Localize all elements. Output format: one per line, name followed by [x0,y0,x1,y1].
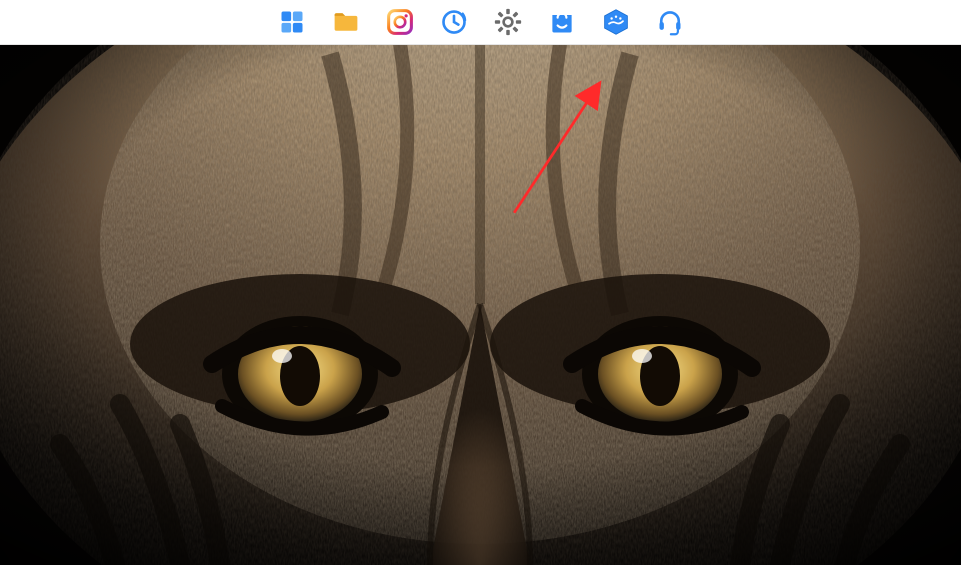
multi-instance-icon[interactable] [277,7,307,37]
launcher-icon[interactable] [601,7,631,37]
desktop-wallpaper [0,44,961,565]
instagram-icon[interactable] [385,7,415,37]
settings-icon[interactable] [493,7,523,37]
file-manager-icon[interactable] [331,7,361,37]
support-headset-icon[interactable] [655,7,685,37]
top-toolbar [0,0,961,45]
app-store-icon[interactable] [547,7,577,37]
clock-sync-icon[interactable] [439,7,469,37]
